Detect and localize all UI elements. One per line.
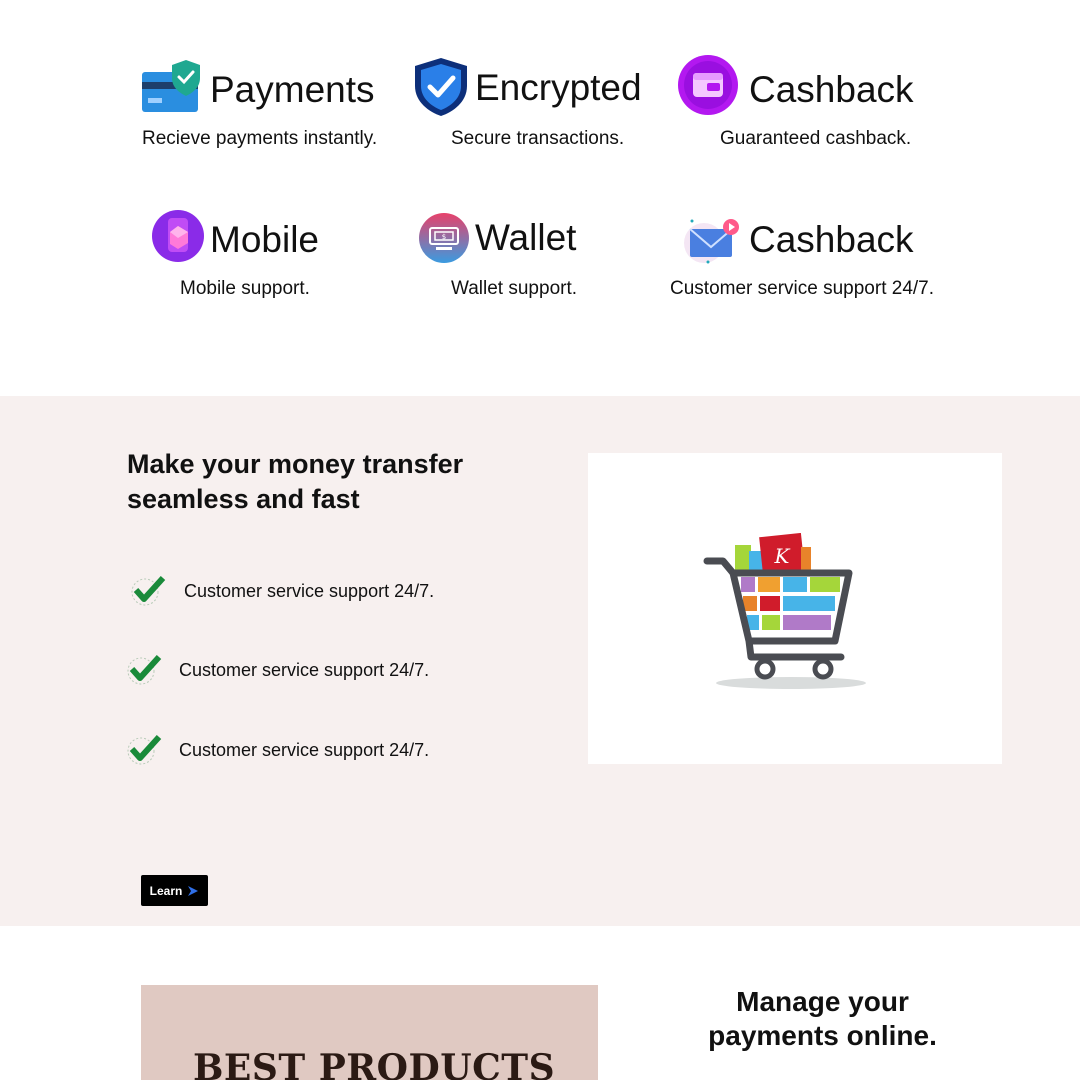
learn-button[interactable]: Learn (141, 875, 208, 906)
svg-text:K: K (774, 544, 791, 568)
list-item: Customer service support 24/7. (126, 655, 429, 685)
feature-desc: Recieve payments instantly. (142, 128, 378, 149)
list-item-text: Customer service support 24/7. (179, 659, 430, 680)
feature-title: Payments (210, 69, 375, 110)
checkmark-icon (127, 735, 162, 765)
feature-desc: Guaranteed cashback. (720, 128, 912, 149)
promo-text: BEST PRODUCTS (193, 1047, 556, 1080)
feature-title: Mobile (210, 219, 319, 260)
feature-desc: Mobile support. (180, 278, 310, 299)
learn-button-label: Learn (149, 883, 183, 898)
feature-title: Cashback (749, 69, 914, 110)
cart-image-card: K (588, 453, 1002, 764)
svg-text:$: $ (442, 233, 446, 241)
promo-image: BEST PRODUCTS (141, 985, 598, 1080)
checkmark-icon (127, 655, 162, 685)
feature-desc: Wallet support. (451, 278, 578, 299)
card-shield-icon (142, 60, 200, 112)
mobile-icon (152, 210, 204, 262)
feature-desc: Customer service support 24/7. (670, 278, 935, 299)
list-item-text: Customer service support 24/7. (184, 580, 435, 601)
feature-title: Encrypted (475, 67, 642, 108)
manage-heading: Manage your payments online. (708, 986, 937, 1051)
feature-desc: Secure transactions. (451, 128, 625, 149)
shield-check-icon (415, 58, 467, 116)
checkmark-icon (131, 576, 166, 606)
list-item: Customer service support 24/7. (130, 576, 434, 606)
list-item-text: Customer service support 24/7. (179, 739, 430, 760)
arrow-right-icon (188, 885, 199, 896)
feature-title: Wallet (475, 217, 577, 258)
transfer-heading: Make your money transfer seamless and fa… (127, 449, 464, 514)
list-item: Customer service support 24/7. (126, 735, 429, 765)
feature-title: Cashback (749, 219, 914, 260)
atm-icon: $ (419, 213, 469, 263)
shopping-cart-icon: K (703, 533, 866, 689)
mail-icon (684, 219, 739, 264)
wallet-icon (678, 55, 738, 115)
